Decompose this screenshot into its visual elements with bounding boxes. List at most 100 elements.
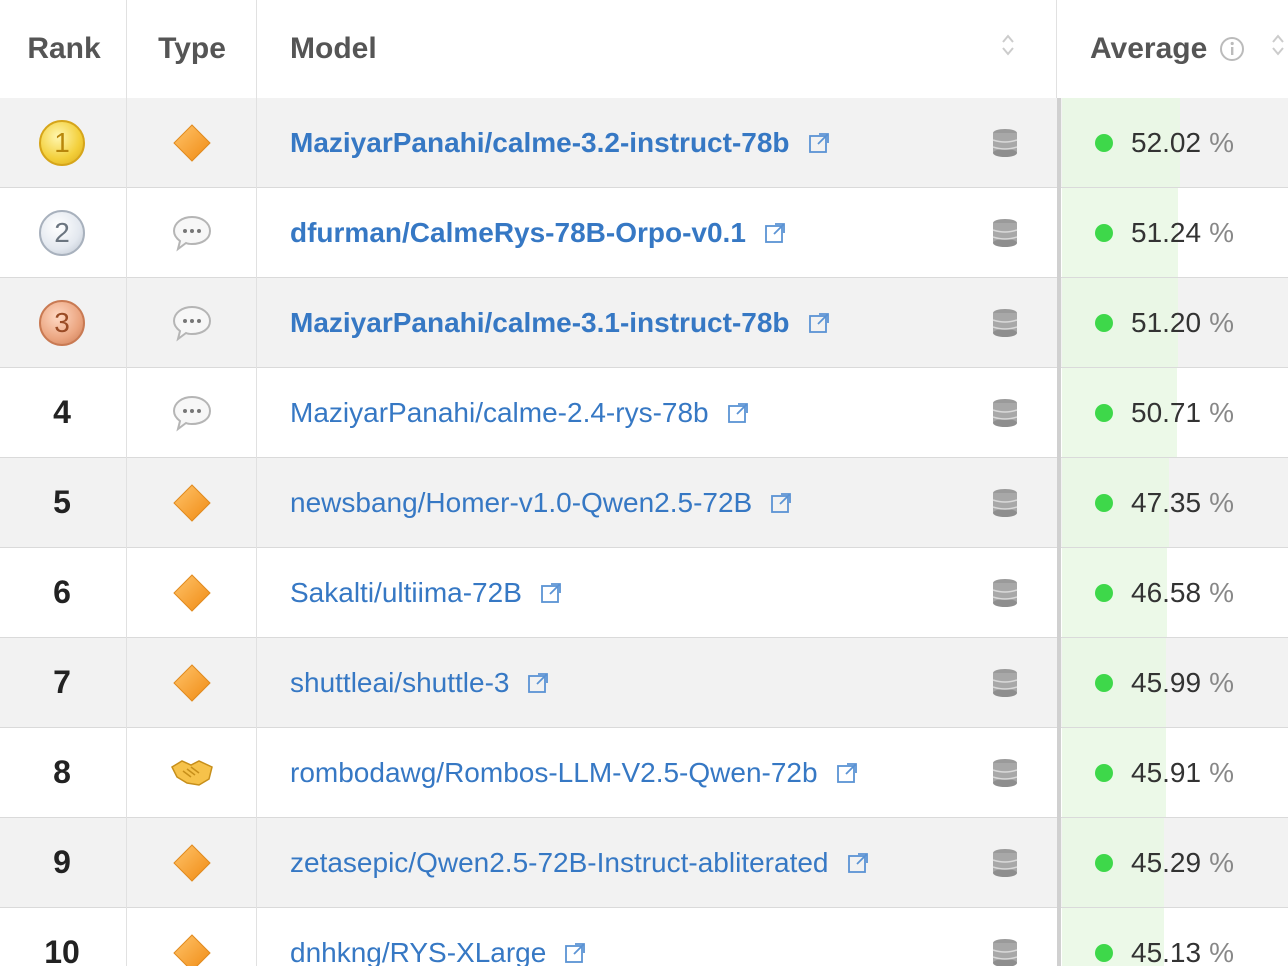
external-link-icon[interactable] xyxy=(564,942,586,964)
status-dot-icon xyxy=(1095,133,1113,152)
table-row[interactable]: 4 MaziyarPanahi/calme-2.4-rys-78b 50.71% xyxy=(0,368,1288,458)
table-row[interactable]: 5 newsbang/Homer-v1.0-Qwen2.5-72B 47.35% xyxy=(0,458,1288,548)
model-cell: shuttleai/shuttle-3 xyxy=(290,638,990,727)
type-column-header[interactable]: Type xyxy=(128,0,256,98)
model-link[interactable]: MaziyarPanahi/calme-3.2-instruct-78b xyxy=(290,127,790,159)
status-dot-icon xyxy=(1095,403,1113,422)
model-cell: MaziyarPanahi/calme-3.1-instruct-78b xyxy=(290,278,990,367)
database-icon[interactable] xyxy=(990,368,1020,457)
database-icon[interactable] xyxy=(990,908,1020,966)
database-icon[interactable] xyxy=(990,638,1020,727)
average-cell: 45.91% xyxy=(1062,728,1288,817)
table-row[interactable]: 2 dfurman/CalmeRys-78B-Orpo-v0.1 51.24% xyxy=(0,188,1288,278)
average-value: 46.58 xyxy=(1131,576,1202,608)
external-link-icon[interactable] xyxy=(808,132,830,154)
chat-bubble-icon xyxy=(128,188,256,277)
database-icon[interactable] xyxy=(990,278,1020,367)
database-icon[interactable] xyxy=(990,98,1020,187)
model-link[interactable]: rombodawg/Rombos-LLM-V2.5-Qwen-72b xyxy=(290,757,818,789)
model-link[interactable]: MaziyarPanahi/calme-2.4-rys-78b xyxy=(290,397,709,429)
model-column-header[interactable]: Model xyxy=(290,0,990,98)
model-cell: dnhkng/RYS-XLarge xyxy=(290,908,990,966)
percent-sign: % xyxy=(1209,576,1234,608)
average-value: 45.29 xyxy=(1131,846,1202,878)
average-column-divider xyxy=(1057,98,1061,966)
diamond-icon xyxy=(128,548,256,637)
average-value: 47.35 xyxy=(1131,486,1202,518)
status-dot-icon xyxy=(1095,493,1113,512)
average-cell: 45.99% xyxy=(1062,638,1288,727)
average-cell: 45.13% xyxy=(1062,908,1288,966)
rank-cell: 4 xyxy=(0,368,124,457)
model-link[interactable]: dfurman/CalmeRys-78B-Orpo-v0.1 xyxy=(290,217,746,249)
handshake-icon xyxy=(128,728,256,817)
model-link[interactable]: Sakalti/ultiima-72B xyxy=(290,577,522,609)
model-cell: dfurman/CalmeRys-78B-Orpo-v0.1 xyxy=(290,188,990,277)
average-value: 51.24 xyxy=(1131,216,1202,248)
database-icon[interactable] xyxy=(990,818,1020,907)
average-column-header[interactable]: Average xyxy=(1090,0,1280,98)
rank-header-label: Rank xyxy=(27,32,101,65)
table-row[interactable]: 8 rombodawg/Rombos-LLM-V2.5-Qwen-72b 45.91… xyxy=(0,728,1288,818)
percent-sign: % xyxy=(1209,486,1234,518)
rank-column-header[interactable]: Rank xyxy=(0,0,128,98)
average-sort-icon[interactable] xyxy=(1268,30,1288,65)
model-link[interactable]: shuttleai/shuttle-3 xyxy=(290,667,509,699)
average-cell: 50.71% xyxy=(1062,368,1288,457)
percent-sign: % xyxy=(1209,306,1234,338)
percent-sign: % xyxy=(1209,936,1234,966)
status-dot-icon xyxy=(1095,943,1113,962)
table-row[interactable]: 9 zetasepic/Qwen2.5-72B-Instruct-ablitera… xyxy=(0,818,1288,908)
external-link-icon[interactable] xyxy=(540,582,562,604)
rank-number: 4 xyxy=(53,394,71,430)
diamond-icon xyxy=(128,458,256,547)
table-row[interactable]: 10 dnhkng/RYS-XLarge 45.13% xyxy=(0,908,1288,966)
rank-cell: 10 xyxy=(0,908,124,966)
table-row[interactable]: 6 Sakalti/ultiima-72B 46.58% xyxy=(0,548,1288,638)
model-link[interactable]: MaziyarPanahi/calme-3.1-instruct-78b xyxy=(290,307,790,339)
rank-number: 9 xyxy=(53,844,71,880)
table-row[interactable]: 1 MaziyarPanahi/calme-3.2-instruct-78b 52.… xyxy=(0,98,1288,188)
rank-number: 7 xyxy=(53,664,71,700)
database-icon[interactable] xyxy=(990,458,1020,547)
table-header: Rank Type Model Average xyxy=(0,0,1288,100)
average-value: 50.71 xyxy=(1131,396,1202,428)
external-link-icon[interactable] xyxy=(836,762,858,784)
diamond-icon xyxy=(128,98,256,187)
external-link-icon[interactable] xyxy=(527,672,549,694)
model-link[interactable]: newsbang/Homer-v1.0-Qwen2.5-72B xyxy=(290,487,752,519)
leaderboard-table: Rank Type Model Average 1 MaziyarPanahi/c… xyxy=(0,0,1288,966)
chat-bubble-icon xyxy=(128,278,256,367)
external-link-icon[interactable] xyxy=(847,852,869,874)
average-value: 52.02 xyxy=(1131,126,1202,158)
model-sort-icon[interactable] xyxy=(998,30,1018,65)
database-icon[interactable] xyxy=(990,728,1020,817)
external-link-icon[interactable] xyxy=(808,312,830,334)
status-dot-icon xyxy=(1095,673,1113,692)
average-cell: 51.24% xyxy=(1062,188,1288,277)
rank-number: 6 xyxy=(53,574,71,610)
table-row[interactable]: 3 MaziyarPanahi/calme-3.1-instruct-78b 51.… xyxy=(0,278,1288,368)
info-icon[interactable] xyxy=(1219,36,1245,62)
model-link[interactable]: dnhkng/RYS-XLarge xyxy=(290,937,546,966)
average-cell: 51.20% xyxy=(1062,278,1288,367)
model-cell: MaziyarPanahi/calme-3.2-instruct-78b xyxy=(290,98,990,187)
database-icon[interactable] xyxy=(990,188,1020,277)
average-cell: 52.02% xyxy=(1062,98,1288,187)
external-link-icon[interactable] xyxy=(764,222,786,244)
status-dot-icon xyxy=(1095,853,1113,872)
average-value: 45.99 xyxy=(1131,666,1202,698)
model-link[interactable]: zetasepic/Qwen2.5-72B-Instruct-abliterat… xyxy=(290,847,829,879)
rank-cell: 8 xyxy=(0,728,124,817)
percent-sign: % xyxy=(1209,216,1234,248)
model-cell: rombodawg/Rombos-LLM-V2.5-Qwen-72b xyxy=(290,728,990,817)
rank-number: 10 xyxy=(44,934,80,966)
diamond-icon xyxy=(128,908,256,966)
average-cell: 45.29% xyxy=(1062,818,1288,907)
external-link-icon[interactable] xyxy=(770,492,792,514)
percent-sign: % xyxy=(1209,666,1234,698)
external-link-icon[interactable] xyxy=(727,402,749,424)
table-row[interactable]: 7 shuttleai/shuttle-3 45.99% xyxy=(0,638,1288,728)
database-icon[interactable] xyxy=(990,548,1020,637)
percent-sign: % xyxy=(1209,126,1234,158)
